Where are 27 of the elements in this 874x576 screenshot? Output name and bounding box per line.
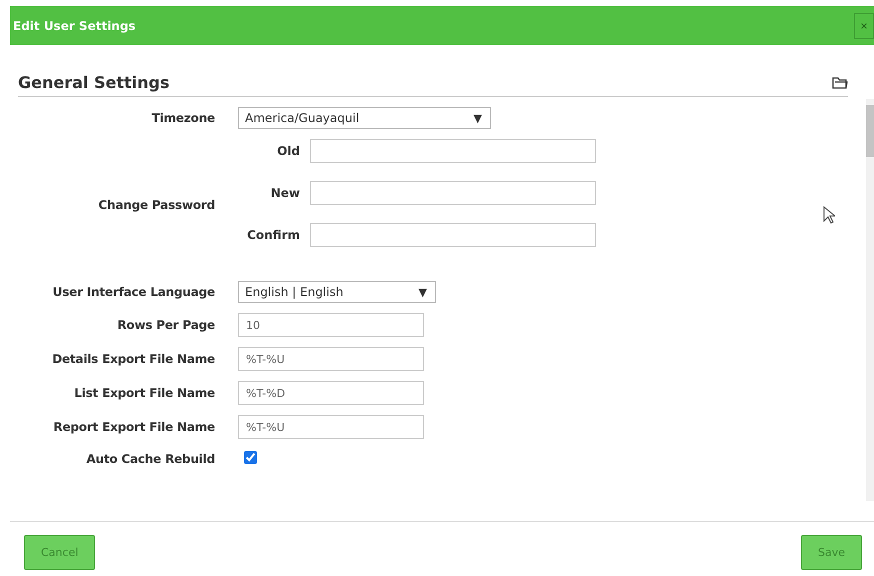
cursor-icon [823,206,835,224]
close-button[interactable]: × [854,12,874,38]
input-field[interactable]: %T-%U [238,415,424,439]
field-label: Details Export File Name [51,352,215,366]
field-label: List Export File Name [73,386,215,400]
scrollbar[interactable] [866,99,874,501]
field-label: Change Password [97,198,215,212]
password-field[interactable] [310,223,596,247]
input-field[interactable]: %T-%D [238,381,424,405]
checkbox[interactable] [244,451,257,464]
field-label: New [270,186,300,200]
window-title: Edit User Settings [12,18,136,32]
field-label: Auto Cache Rebuild [85,452,215,466]
field-label: Rows Per Page [116,318,215,332]
folder-icon[interactable] [832,76,848,90]
dropdown[interactable]: America/Guayaquil ▼ [238,107,491,129]
section-title: General Settings [18,73,170,92]
field-label: Timezone [150,111,215,125]
field-label: Old [276,144,300,158]
field-label: User Interface Language [52,285,215,299]
password-field[interactable] [310,181,596,205]
input-field[interactable]: %T-%U [238,347,424,371]
dropdown[interactable]: English | English ▼ [238,281,436,303]
password-field[interactable] [310,139,596,163]
field-label: Confirm [246,228,300,242]
field-label: Report Export File Name [52,420,215,434]
input-field[interactable]: 10 [238,313,424,337]
